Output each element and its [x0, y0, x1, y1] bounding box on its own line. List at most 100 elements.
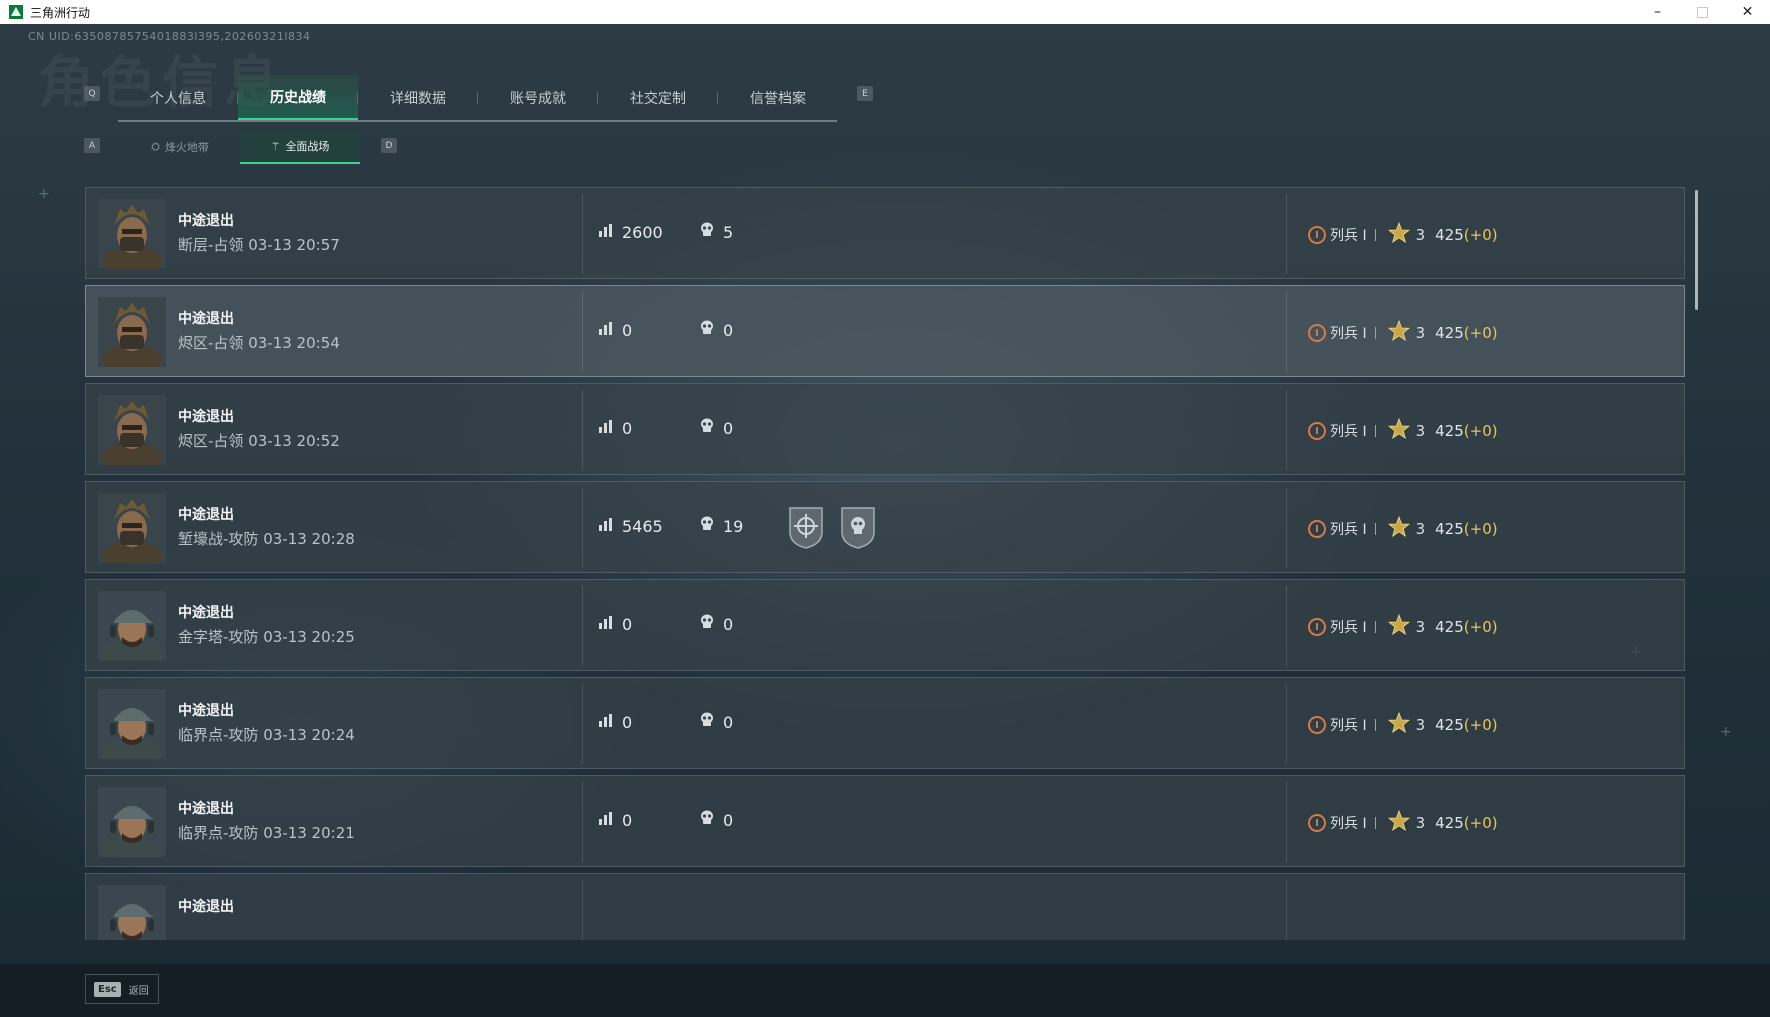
- prev-subtab-key-hint[interactable]: A: [84, 138, 100, 153]
- tab-3[interactable]: 账号成就: [478, 75, 598, 121]
- score-icon: [598, 712, 622, 732]
- row-divider: [582, 488, 583, 568]
- tabs-divider: [118, 120, 837, 122]
- close-button[interactable]: ✕: [1725, 0, 1770, 24]
- match-record-row[interactable]: 中途退出 临界点-攻防 03-13 20:21 0 0 I 列兵 I 3 425(+0): [85, 775, 1685, 867]
- rank-separator: [1374, 523, 1376, 535]
- back-button[interactable]: Esc 返回: [85, 974, 159, 1004]
- operator-avatar: [98, 885, 166, 940]
- match-record-row[interactable]: 中途退出: [85, 873, 1685, 940]
- match-time: 03-13 20:57: [248, 236, 340, 254]
- kill-skull-icon: [699, 712, 723, 732]
- kill-skull-icon: [699, 418, 723, 438]
- match-info: 烬区-占领 03-13 20:54: [178, 332, 340, 353]
- subtab-label: 烽火地带: [164, 141, 209, 154]
- row-divider: [582, 292, 583, 372]
- rank-info: I 列兵 I 3 425(+0): [1308, 809, 1498, 836]
- match-time: 03-13 20:28: [263, 530, 355, 548]
- crosshair-medal-icon[interactable]: [786, 504, 826, 554]
- points-value: 425: [1435, 324, 1464, 342]
- points-delta: (+0): [1463, 226, 1498, 244]
- star-count: 3: [1415, 716, 1426, 734]
- match-record-row[interactable]: 中途退出 堑壕战-攻防 03-13 20:28 5465 19 I 列兵 I 3 425(+0…: [85, 481, 1685, 573]
- match-status: 中途退出: [178, 507, 234, 523]
- kills-stat: 19: [699, 516, 743, 536]
- operator-avatar: [98, 297, 166, 367]
- match-info: 堑壕战-攻防 03-13 20:28: [178, 528, 355, 549]
- rank-points: 425(+0): [1435, 814, 1497, 832]
- rank-separator: [1374, 621, 1376, 633]
- rank-separator: [1374, 719, 1376, 731]
- operator-avatar: [98, 493, 166, 563]
- kills-stat: 5: [699, 222, 733, 242]
- map-mode: 临界点-攻防: [178, 726, 259, 744]
- score-value: 0: [622, 418, 633, 438]
- match-record-row[interactable]: 中途退出 金字塔-攻防 03-13 20:25 0 0 I 列兵 I 3 425(+0): [85, 579, 1685, 671]
- match-record-row[interactable]: 中途退出 临界点-攻防 03-13 20:24 0 0 I 列兵 I 3 425(+0): [85, 677, 1685, 769]
- prev-tab-key-hint[interactable]: Q: [84, 86, 100, 101]
- next-subtab-key-hint[interactable]: D: [381, 138, 397, 153]
- kill-skull-icon: [699, 614, 723, 634]
- score-value: 0: [622, 712, 633, 732]
- rank-label: 列兵 I: [1330, 326, 1367, 342]
- bottom-bar: [0, 964, 1770, 1017]
- list-scrollbar[interactable]: [1695, 190, 1698, 310]
- match-record-row[interactable]: 中途退出 烬区-占领 03-13 20:54 0 0 I 列兵 I 3 425(+0): [85, 285, 1685, 377]
- score-value: 0: [622, 320, 633, 340]
- rank-info: I 列兵 I 3 425(+0): [1308, 319, 1498, 346]
- star-count: 3: [1415, 520, 1426, 538]
- rank-points: 425(+0): [1435, 324, 1497, 342]
- points-delta: (+0): [1463, 324, 1498, 342]
- score-icon: [598, 418, 622, 438]
- score-icon: [598, 516, 622, 536]
- rank-label: 列兵 I: [1330, 522, 1367, 538]
- score-stat: 0: [598, 614, 632, 634]
- minimize-button[interactable]: –: [1635, 0, 1680, 24]
- window-title: 三角洲行动: [30, 5, 91, 20]
- warfare-icon: ⚚: [270, 139, 281, 153]
- subtab-0[interactable]: ⛭ 烽火地带: [120, 130, 240, 164]
- map-mode: 烬区-占领: [178, 432, 244, 450]
- kills-value: 0: [723, 810, 734, 830]
- match-info: 临界点-攻防 03-13 20:24: [178, 724, 355, 745]
- map-mode: 烬区-占领: [178, 334, 244, 352]
- rank-info: I 列兵 I 3 425(+0): [1308, 221, 1498, 248]
- row-divider: [1286, 782, 1287, 862]
- next-tab-key-hint[interactable]: E: [857, 86, 873, 101]
- mode-subtabs: ⛭ 烽火地带 ⚚ 全面战场: [120, 130, 360, 164]
- match-record-row[interactable]: 中途退出 烬区-占领 03-13 20:52 0 0 I 列兵 I 3 425(+0): [85, 383, 1685, 475]
- points-delta: (+0): [1463, 618, 1498, 636]
- rank-label: 列兵 I: [1330, 816, 1367, 832]
- operator-avatar: [98, 395, 166, 465]
- tab-4[interactable]: 社交定制: [598, 75, 718, 121]
- score-icon: [598, 320, 622, 340]
- rank-info: I 列兵 I 3 425(+0): [1308, 711, 1498, 738]
- star-icon: [1387, 613, 1416, 640]
- match-status: 中途退出: [178, 311, 234, 327]
- star-icon: [1387, 221, 1416, 248]
- tab-0[interactable]: 个人信息: [118, 75, 238, 121]
- row-divider: [1286, 390, 1287, 470]
- star-count: 3: [1415, 324, 1426, 342]
- subtab-1[interactable]: ⚚ 全面战场: [240, 130, 360, 164]
- maximize-button[interactable]: □: [1680, 0, 1725, 24]
- medal-list: [786, 504, 878, 554]
- star-icon: [1387, 319, 1416, 346]
- score-stat: 0: [598, 810, 632, 830]
- kills-value: 0: [723, 320, 734, 340]
- match-time: 03-13 20:25: [263, 628, 355, 646]
- match-record-row[interactable]: 中途退出 断层-占领 03-13 20:57 2600 5 I 列兵 I 3 425(+0): [85, 187, 1685, 279]
- score-stat: 0: [598, 320, 632, 340]
- rank-badge-icon: I: [1308, 226, 1326, 244]
- map-mode: 临界点-攻防: [178, 824, 259, 842]
- tab-1[interactable]: 历史战绩: [238, 75, 358, 121]
- kill-skull-icon: [699, 320, 723, 340]
- deco-plus-icon: +: [38, 186, 50, 202]
- tab-2[interactable]: 详细数据: [358, 75, 478, 121]
- tab-5[interactable]: 信誉档案: [718, 75, 838, 121]
- kills-stat: 0: [699, 810, 733, 830]
- skull-medal-icon[interactable]: [838, 504, 878, 554]
- star-count: 3: [1415, 814, 1426, 832]
- rank-points: 425(+0): [1435, 520, 1497, 538]
- match-time: 03-13 20:52: [248, 432, 340, 450]
